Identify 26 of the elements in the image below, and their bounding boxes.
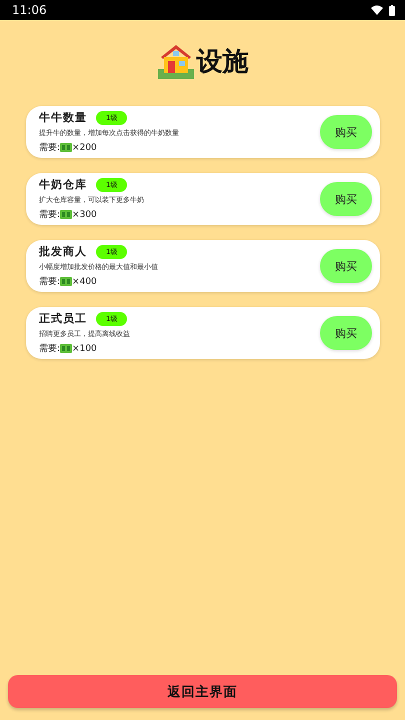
cash-icon — [60, 344, 72, 353]
cost-label: 需要: — [39, 208, 60, 221]
facility-name: 牛牛数量 — [39, 110, 87, 125]
buy-button[interactable]: 购买 — [320, 182, 372, 216]
house-icon — [156, 43, 194, 79]
page-title: 设施 — [196, 46, 248, 78]
cash-icon — [60, 277, 72, 286]
cost-label: 需要: — [39, 276, 60, 288]
buy-button[interactable]: 购买 — [320, 249, 372, 283]
facility-name: 正式员工 — [39, 311, 87, 326]
cost-amount: ×400 — [72, 276, 97, 286]
buy-button[interactable]: 购买 — [320, 316, 372, 350]
battery-icon — [389, 4, 395, 16]
cost-amount: ×100 — [72, 344, 97, 354]
facility-name: 牛奶仓库 — [39, 177, 87, 192]
cost-amount: ×200 — [72, 142, 97, 152]
cost-label: 需要: — [39, 342, 60, 355]
status-time: 11:06 — [12, 3, 47, 17]
facility-name: 批发商人 — [39, 244, 87, 259]
wifi-icon — [371, 5, 383, 15]
cash-icon — [60, 143, 72, 152]
buy-button[interactable]: 购买 — [320, 115, 372, 149]
cost-label: 需要: — [39, 142, 60, 154]
cost-amount: ×300 — [72, 210, 97, 220]
back-button[interactable]: 返回主界面 — [8, 675, 397, 708]
cash-icon — [60, 210, 72, 219]
